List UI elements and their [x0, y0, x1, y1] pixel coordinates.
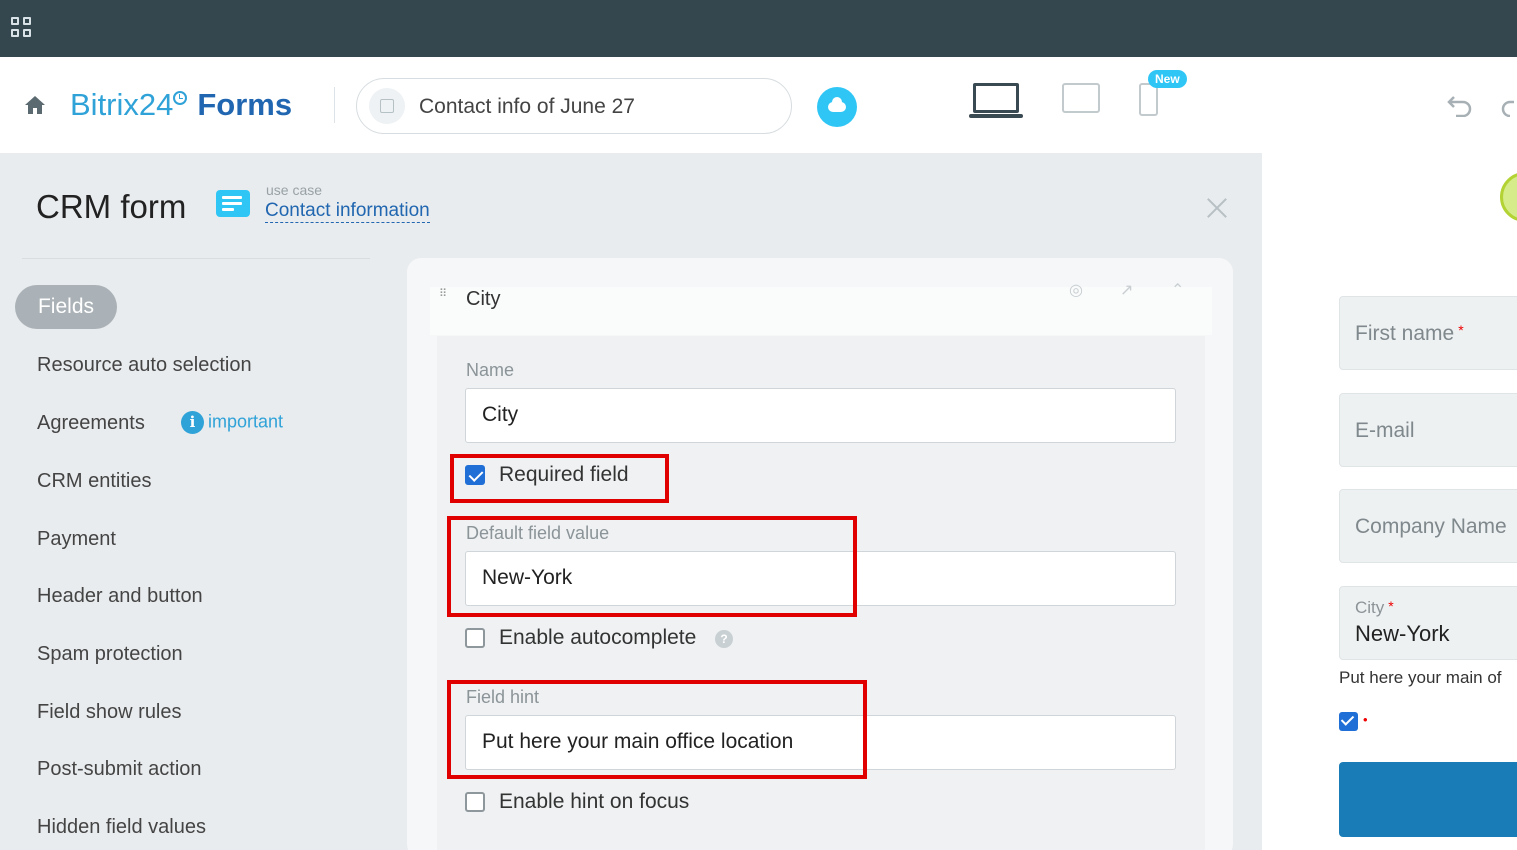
- field-header: [430, 287, 1212, 335]
- autocomplete-checkbox[interactable]: [465, 628, 485, 648]
- image-icon: [369, 88, 405, 124]
- preview-city-hint: Put here your main of: [1339, 668, 1502, 687]
- menu-item-payment[interactable]: Payment: [37, 528, 116, 551]
- preview-city-field[interactable]: City * New-York: [1339, 586, 1517, 660]
- menu-item-resource-auto-selection[interactable]: Resource auto selection: [37, 354, 252, 377]
- default-value-label: Default field value: [466, 523, 610, 543]
- apps-grid-icon[interactable]: [11, 17, 32, 38]
- header-divider: [334, 87, 335, 123]
- default-value-input[interactable]: New-York: [465, 551, 1176, 606]
- clock-icon: [173, 91, 188, 105]
- redo-icon[interactable]: [1500, 93, 1517, 117]
- menu-item-spam-protection[interactable]: Spam protection: [37, 643, 183, 666]
- close-icon[interactable]: [1206, 197, 1228, 219]
- new-badge: New: [1148, 70, 1187, 88]
- use-case-label: use case: [266, 182, 323, 198]
- required-label[interactable]: Required field: [499, 463, 629, 487]
- edit-icon[interactable]: ↗: [1120, 280, 1133, 300]
- cloud-icon[interactable]: [817, 87, 857, 127]
- autocomplete-label[interactable]: Enable autocomplete: [499, 626, 696, 650]
- menu-item-agreements[interactable]: Agreements: [37, 412, 145, 435]
- divider: [22, 258, 370, 259]
- header: Bitrix24 Forms Contact info of June 27 Ne…: [0, 57, 1517, 153]
- undo-icon[interactable]: [1446, 93, 1474, 117]
- menu-item-header-and-button[interactable]: Header and button: [37, 585, 203, 608]
- hint-on-focus-checkbox[interactable]: [465, 792, 485, 812]
- panel-title: CRM form: [36, 188, 187, 225]
- preview-submit-button[interactable]: [1339, 762, 1517, 837]
- hint-on-focus-label[interactable]: Enable hint on focus: [499, 790, 689, 814]
- field-title: City: [466, 288, 501, 310]
- drag-handle-icon[interactable]: ⠿: [439, 287, 448, 300]
- tablet-view-icon[interactable]: [1062, 83, 1100, 113]
- form-name-field[interactable]: Contact info of June 27: [356, 78, 792, 134]
- menu-item-field-show-rules[interactable]: Field show rules: [37, 701, 182, 724]
- menu-item-fields[interactable]: Fields: [15, 285, 117, 329]
- top-bar: [0, 0, 1517, 57]
- field-hint-label: Field hint: [466, 687, 540, 707]
- home-icon[interactable]: [24, 95, 46, 115]
- name-label: Name: [466, 360, 515, 380]
- preview-required-dot: •: [1363, 712, 1368, 727]
- menu-item-post-submit-action[interactable]: Post-submit action: [37, 758, 202, 781]
- desktop-view-icon[interactable]: [969, 83, 1023, 119]
- preview-company-field[interactable]: Company Name: [1339, 489, 1517, 563]
- field-hint-input[interactable]: Put here your main office location: [465, 715, 1176, 770]
- settings-icon[interactable]: ◎: [1069, 280, 1083, 300]
- preview-email-field[interactable]: E-mail: [1339, 393, 1517, 467]
- collapse-icon[interactable]: ⌃: [1171, 280, 1184, 300]
- use-case-icon: [216, 190, 250, 217]
- menu-item-hidden-field-values[interactable]: Hidden field values: [37, 816, 206, 839]
- use-case-link[interactable]: Contact information: [265, 200, 430, 223]
- preview-agreement-checkbox[interactable]: [1339, 712, 1358, 731]
- logo: Bitrix24 Forms: [70, 87, 293, 122]
- important-badge[interactable]: i important: [181, 411, 283, 434]
- help-icon[interactable]: ?: [715, 630, 733, 648]
- info-icon: i: [181, 411, 204, 434]
- preview-first-name-field[interactable]: First name *: [1339, 296, 1517, 370]
- menu-item-crm-entities[interactable]: CRM entities: [37, 470, 151, 493]
- form-name-text[interactable]: Contact info of June 27: [419, 95, 635, 119]
- required-checkbox[interactable]: [465, 465, 485, 485]
- name-input[interactable]: City: [465, 388, 1176, 443]
